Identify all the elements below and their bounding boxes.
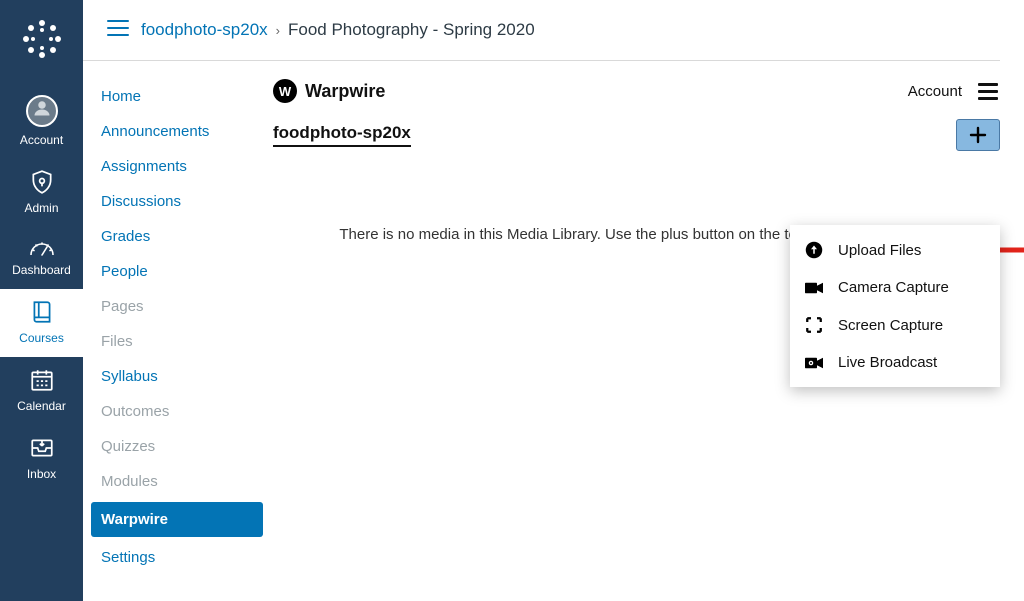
gauge-icon bbox=[29, 237, 55, 257]
menu-upload-files[interactable]: Upload Files bbox=[790, 231, 1000, 269]
broadcast-icon bbox=[804, 356, 824, 370]
nav-settings[interactable]: Settings bbox=[91, 540, 263, 575]
rail-admin[interactable]: Admin bbox=[0, 159, 83, 227]
shield-icon bbox=[29, 169, 55, 195]
inbox-icon bbox=[29, 435, 55, 461]
calendar-icon bbox=[29, 367, 55, 393]
book-icon bbox=[29, 299, 55, 325]
nav-announcements[interactable]: Announcements bbox=[91, 114, 263, 149]
nav-assignments[interactable]: Assignments bbox=[91, 149, 263, 184]
nav-quizzes[interactable]: Quizzes bbox=[91, 429, 263, 464]
menu-screen-label: Screen Capture bbox=[838, 317, 943, 334]
course-nav: Home Announcements Assignments Discussio… bbox=[83, 61, 263, 601]
add-media-button[interactable] bbox=[956, 119, 1000, 151]
nav-home[interactable]: Home bbox=[91, 79, 263, 114]
menu-screen-capture[interactable]: Screen Capture bbox=[790, 306, 1000, 344]
upload-icon bbox=[804, 241, 824, 259]
menu-live-broadcast[interactable]: Live Broadcast bbox=[790, 344, 1000, 381]
hamburger-icon bbox=[107, 20, 129, 36]
add-media-menu: Upload Files Camera Capture Screen Captu… bbox=[790, 225, 1000, 387]
nav-pages[interactable]: Pages bbox=[91, 289, 263, 324]
breadcrumb-bar: foodphoto-sp20x › Food Photography - Spr… bbox=[83, 0, 1000, 61]
nav-people[interactable]: People bbox=[91, 254, 263, 289]
rail-inbox-label: Inbox bbox=[27, 467, 56, 481]
rail-account-label: Account bbox=[20, 133, 63, 147]
hamburger-icon bbox=[978, 83, 998, 86]
institution-logo bbox=[21, 18, 63, 65]
nav-modules[interactable]: Modules bbox=[91, 464, 263, 499]
screen-capture-icon bbox=[804, 316, 824, 334]
nav-files[interactable]: Files bbox=[91, 324, 263, 359]
warpwire-menu-button[interactable] bbox=[976, 81, 1000, 102]
rail-dashboard[interactable]: Dashboard bbox=[0, 227, 83, 289]
warpwire-logo: W Warpwire bbox=[273, 79, 385, 103]
menu-camera-capture[interactable]: Camera Capture bbox=[790, 269, 1000, 306]
menu-live-label: Live Broadcast bbox=[838, 354, 937, 371]
rail-inbox[interactable]: Inbox bbox=[0, 425, 83, 493]
rail-account[interactable]: Account bbox=[0, 85, 83, 159]
breadcrumb-page-title: Food Photography - Spring 2020 bbox=[288, 20, 535, 40]
media-library-title: foodphoto-sp20x bbox=[273, 123, 411, 147]
main-area: foodphoto-sp20x › Food Photography - Spr… bbox=[83, 0, 1024, 601]
nav-outcomes[interactable]: Outcomes bbox=[91, 394, 263, 429]
warpwire-account-link[interactable]: Account bbox=[908, 83, 962, 100]
menu-camera-label: Camera Capture bbox=[838, 279, 949, 296]
rail-calendar[interactable]: Calendar bbox=[0, 357, 83, 425]
avatar-icon bbox=[26, 95, 58, 127]
global-nav-rail: Account Admin Dashboard Courses Calendar… bbox=[0, 0, 83, 601]
course-nav-toggle[interactable] bbox=[95, 20, 141, 41]
rail-admin-label: Admin bbox=[24, 201, 58, 215]
camera-icon bbox=[804, 281, 824, 295]
chevron-right-icon: › bbox=[276, 23, 280, 38]
nav-syllabus[interactable]: Syllabus bbox=[91, 359, 263, 394]
nav-grades[interactable]: Grades bbox=[91, 219, 263, 254]
rail-courses[interactable]: Courses bbox=[0, 289, 83, 357]
breadcrumb-course-link[interactable]: foodphoto-sp20x bbox=[141, 20, 268, 40]
warpwire-panel: W Warpwire Account foodphoto-sp20x There… bbox=[263, 61, 1024, 601]
warpwire-logo-icon: W bbox=[273, 79, 297, 103]
rail-courses-label: Courses bbox=[19, 331, 64, 345]
rail-calendar-label: Calendar bbox=[17, 399, 66, 413]
nav-warpwire[interactable]: Warpwire bbox=[91, 502, 263, 537]
rail-dashboard-label: Dashboard bbox=[12, 263, 71, 277]
nav-discussions[interactable]: Discussions bbox=[91, 184, 263, 219]
menu-upload-label: Upload Files bbox=[838, 242, 921, 259]
plus-icon bbox=[969, 126, 987, 144]
warpwire-logo-text: Warpwire bbox=[305, 81, 385, 102]
